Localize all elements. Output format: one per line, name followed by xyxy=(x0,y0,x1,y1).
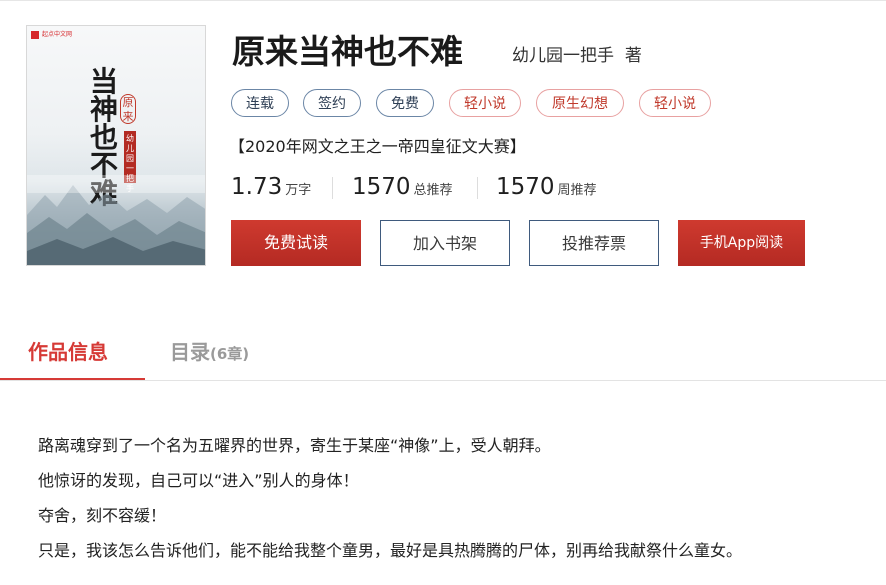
stat-weekly-recommend: 1570 周推荐 xyxy=(496,172,597,202)
detail-tabs: 作品信息 目录(6章) xyxy=(0,328,886,382)
vote-recommend-button[interactable]: 投推荐票 xyxy=(529,220,659,266)
tag-light-novel-2[interactable]: 轻小说 xyxy=(639,89,711,117)
stat-total-recommend-unit: 总推荐 xyxy=(413,183,453,198)
stat-total-recommend-value: 1570 xyxy=(352,174,411,200)
tag-free[interactable]: 免费 xyxy=(376,89,434,117)
publisher-logo-icon xyxy=(31,31,39,39)
stat-word-count: 1.73 万字 xyxy=(231,172,311,202)
tab-catalog-count: (6章) xyxy=(210,345,250,363)
top-border xyxy=(0,0,886,1)
publisher-badge: 起点中文网 xyxy=(31,30,73,40)
tag-light-novel[interactable]: 轻小说 xyxy=(449,89,521,117)
intro-paragraph: 夺舍，刻不容缓！ xyxy=(38,506,167,525)
intro-paragraph: 路离魂穿到了一个名为五曜界的世界，寄生于某座“神像”上，受人朝拜。 xyxy=(38,436,551,455)
intro-paragraph: 他惊讶的发现，自己可以“进入”别人的身体！ xyxy=(38,471,359,490)
book-title: 原来当神也不难 xyxy=(232,32,463,71)
stat-weekly-recommend-unit: 周推荐 xyxy=(557,183,597,198)
tab-catalog[interactable]: 目录(6章) xyxy=(170,337,249,367)
tag-signed[interactable]: 签约 xyxy=(303,89,361,117)
stat-weekly-recommend-value: 1570 xyxy=(496,174,555,200)
intro-paragraph: 只是，我该怎么告诉他们，能不能给我整个童男，最好是具热腾腾的尸体，别再给我献祭什… xyxy=(38,541,743,560)
stat-word-count-unit: 万字 xyxy=(285,183,312,198)
author-name[interactable]: 幼儿园一把手 xyxy=(512,46,614,66)
stat-divider xyxy=(477,177,478,199)
contest-label[interactable]: 【2020年网文之王之一帝四皇征文大赛】 xyxy=(229,136,526,158)
tab-catalog-label: 目录 xyxy=(170,340,210,364)
book-cover[interactable]: 起点中文网 当神也不难 原来 幼儿园一把手 xyxy=(26,25,206,266)
tabs-divider xyxy=(0,380,886,381)
stat-word-count-value: 1.73 xyxy=(231,174,283,200)
cover-mountain-art xyxy=(27,175,205,265)
tab-book-info-label: 作品信息 xyxy=(28,340,108,364)
cover-seal: 原来 xyxy=(120,94,136,124)
add-to-shelf-button[interactable]: 加入书架 xyxy=(380,220,510,266)
publisher-badge-text: 起点中文网 xyxy=(42,31,73,38)
stat-divider xyxy=(332,177,333,199)
tab-book-info[interactable]: 作品信息 xyxy=(0,328,145,381)
tag-serializing[interactable]: 连载 xyxy=(231,89,289,117)
free-read-button[interactable]: 免费试读 xyxy=(231,220,361,266)
author-line: 幼儿园一把手 著 xyxy=(512,44,642,68)
stat-total-recommend: 1570 总推荐 xyxy=(352,172,453,202)
tag-original-fantasy[interactable]: 原生幻想 xyxy=(536,89,624,117)
book-intro: 路离魂穿到了一个名为五曜界的世界，寄生于某座“神像”上，受人朝拜。 他惊讶的发现… xyxy=(38,428,868,568)
author-suffix: 著 xyxy=(624,46,642,66)
app-read-button[interactable]: 手机App阅读 xyxy=(678,220,805,266)
